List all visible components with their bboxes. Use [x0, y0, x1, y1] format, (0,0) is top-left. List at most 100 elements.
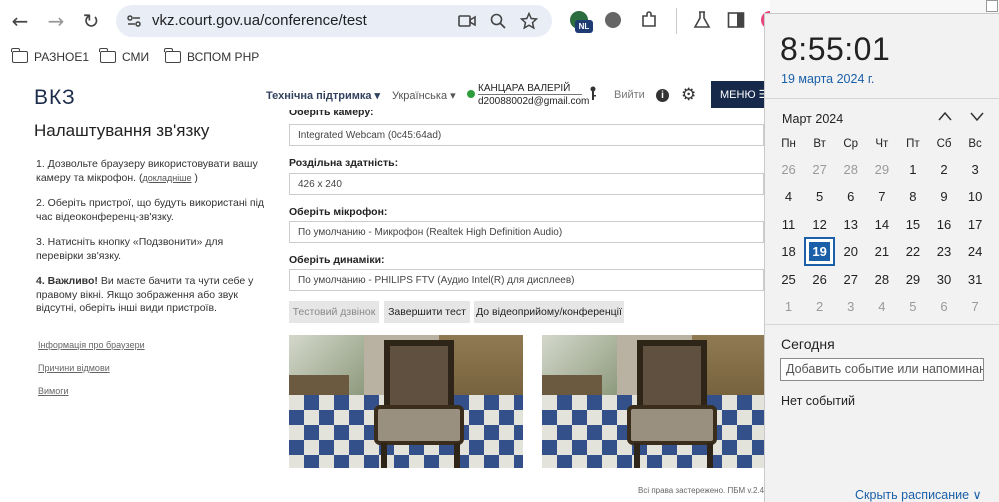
calendar-day[interactable]: 7 — [866, 183, 897, 210]
calendar-day[interactable]: 27 — [835, 266, 866, 293]
bookmark-folder-vspom[interactable]: ВСПОМ РНР — [164, 48, 259, 64]
logout-link[interactable]: Вийти — [614, 89, 645, 101]
resolution-select[interactable]: 426 x 240 — [289, 173, 764, 195]
calendar-day[interactable]: 4 — [773, 183, 804, 210]
calendar-day-number: 19 — [804, 237, 836, 267]
reload-icon[interactable]: ↻ — [79, 9, 103, 33]
refusal-reasons-link[interactable]: Причини відмови — [38, 363, 110, 373]
calendar-day[interactable]: 21 — [866, 238, 897, 265]
add-event-input[interactable]: Добавить событие или напоминание — [780, 358, 984, 381]
to-conference-button[interactable]: До відеоприйому/конференції — [474, 301, 624, 323]
camera-icon[interactable] — [458, 13, 476, 29]
settings-gears-icon[interactable]: ⚙ — [681, 85, 696, 105]
extensions-puzzle-icon[interactable] — [640, 11, 658, 29]
calendar-day-number: 26 — [812, 271, 827, 287]
calendar-day-number: 10 — [967, 189, 983, 205]
calendar-day[interactable]: 15 — [897, 211, 928, 238]
calendar-day[interactable]: 18 — [773, 238, 804, 265]
calendar-day[interactable]: 22 — [897, 238, 928, 265]
calendar-day-number: 2 — [816, 298, 824, 314]
calendar-day[interactable]: 17 — [960, 211, 991, 238]
calendar-day[interactable]: 2 — [804, 293, 835, 320]
calendar-day[interactable]: 1 — [773, 293, 804, 320]
finish-test-button[interactable]: Завершити тест — [384, 301, 470, 323]
calendar-day[interactable]: 30 — [928, 266, 959, 293]
labs-flask-icon[interactable] — [693, 10, 711, 30]
clock-date-link[interactable]: 19 марта 2024 г. — [781, 72, 874, 86]
info-icon[interactable]: i — [656, 89, 669, 102]
calendar-day-number: 1 — [784, 298, 793, 314]
calendar-day[interactable]: 2 — [928, 156, 959, 183]
calendar-day[interactable]: 3 — [960, 156, 991, 183]
menu-button[interactable]: МЕНЮ ☰ — [711, 81, 771, 108]
calendar-day[interactable]: 6 — [928, 293, 959, 320]
calendar-day[interactable]: 5 — [804, 183, 835, 210]
next-month-arrow-icon[interactable] — [969, 110, 985, 122]
folder-icon — [99, 48, 116, 63]
key-icon[interactable] — [589, 86, 597, 103]
instruction-step-2: 2. Оберіть пристрої, що будуть використа… — [36, 197, 265, 223]
extension-planet-icon[interactable] — [605, 12, 621, 28]
calendar-day[interactable]: 9 — [928, 183, 959, 210]
calendar-day[interactable]: 26 — [773, 156, 804, 183]
bookmark-star-icon[interactable] — [520, 12, 538, 30]
previous-month-arrow-icon[interactable] — [937, 110, 953, 122]
bookmark-folder-raznoe[interactable]: РАЗНОЕ1 — [11, 48, 89, 64]
calendar-month-title[interactable]: Март 2024 — [782, 112, 843, 126]
calendar-day[interactable]: 1 — [897, 156, 928, 183]
camera-select[interactable]: Integrated Webcam (0c45:64ad) — [289, 124, 764, 146]
divider — [765, 324, 999, 325]
calendar-day[interactable]: 25 — [773, 266, 804, 293]
site-settings-icon[interactable] — [126, 13, 142, 29]
calendar-day-number: 13 — [843, 216, 858, 232]
calendar-day[interactable]: 26 — [804, 266, 835, 293]
calendar-day[interactable]: 8 — [897, 183, 928, 210]
language-select[interactable]: Українська ▾ — [392, 89, 456, 102]
background-checkbox[interactable] — [986, 0, 998, 12]
calendar-day[interactable]: 12 — [804, 211, 835, 238]
speakers-select[interactable]: По умолчанию - PHILIPS FTV (Аудио Intel(… — [289, 269, 764, 291]
calendar-day[interactable]: 29 — [897, 266, 928, 293]
calendar-day[interactable]: 27 — [804, 156, 835, 183]
calendar-day[interactable]: 7 — [960, 293, 991, 320]
requirements-link[interactable]: Вимоги — [38, 386, 69, 396]
microphone-select[interactable]: По умолчанию - Микрофон (Realtek High De… — [289, 221, 764, 243]
calendar-day-number: 31 — [967, 271, 983, 287]
divider — [765, 98, 999, 99]
calendar-day[interactable]: 31 — [960, 266, 991, 293]
calendar-day[interactable]: 13 — [835, 211, 866, 238]
calendar-day[interactable]: 28 — [866, 266, 897, 293]
side-panel-icon[interactable] — [727, 11, 745, 29]
support-menu[interactable]: Технічна підтримка ▾ — [266, 89, 380, 102]
test-call-button[interactable]: Тестовий дзвінок — [289, 301, 379, 323]
calendar-day[interactable]: 29 — [866, 156, 897, 183]
browser-info-link[interactable]: Інформація про браузери — [38, 340, 145, 350]
details-link[interactable]: докладніше — [143, 173, 192, 183]
speakers-label: Оберіть динаміки: — [289, 254, 385, 266]
zoom-icon[interactable] — [490, 13, 506, 29]
calendar-day-number: 16 — [936, 216, 952, 232]
calendar-day[interactable]: 5 — [897, 293, 928, 320]
hide-schedule-link[interactable]: Скрыть расписание ∨ — [855, 487, 982, 502]
site-logo[interactable]: ВКЗ — [34, 86, 76, 110]
calendar-day[interactable]: 6 — [835, 183, 866, 210]
back-arrow-icon[interactable]: ← — [8, 9, 32, 33]
calendar-day[interactable]: 10 — [960, 183, 991, 210]
user-name[interactable]: КАНЦАРА ВАЛЕРІЙ — [478, 83, 582, 95]
calendar-day[interactable]: 28 — [835, 156, 866, 183]
forward-arrow-icon[interactable]: → — [44, 9, 68, 33]
calendar-day[interactable]: 16 — [928, 211, 959, 238]
address-bar[interactable]: vkz.court.gov.ua/conference/test — [116, 5, 552, 37]
calendar-day[interactable]: 3 — [835, 293, 866, 320]
calendar-day[interactable]: 11 — [773, 211, 804, 238]
calendar-week-row: 4 5 6 7 8 9 10 — [773, 183, 997, 210]
calendar-day[interactable]: 14 — [866, 211, 897, 238]
calendar-day[interactable]: 23 — [928, 238, 959, 265]
calendar-day[interactable]: 20 — [835, 238, 866, 265]
calendar-day[interactable]: 4 — [866, 293, 897, 320]
calendar-day[interactable]: 24 — [960, 238, 991, 265]
calendar-day-today[interactable]: 19 — [804, 237, 836, 267]
calendar-week-row: 1 2 3 4 5 6 7 — [773, 293, 997, 320]
bookmark-folder-smi[interactable]: СМИ — [99, 48, 149, 64]
calendar-day-number: 18 — [781, 244, 796, 260]
